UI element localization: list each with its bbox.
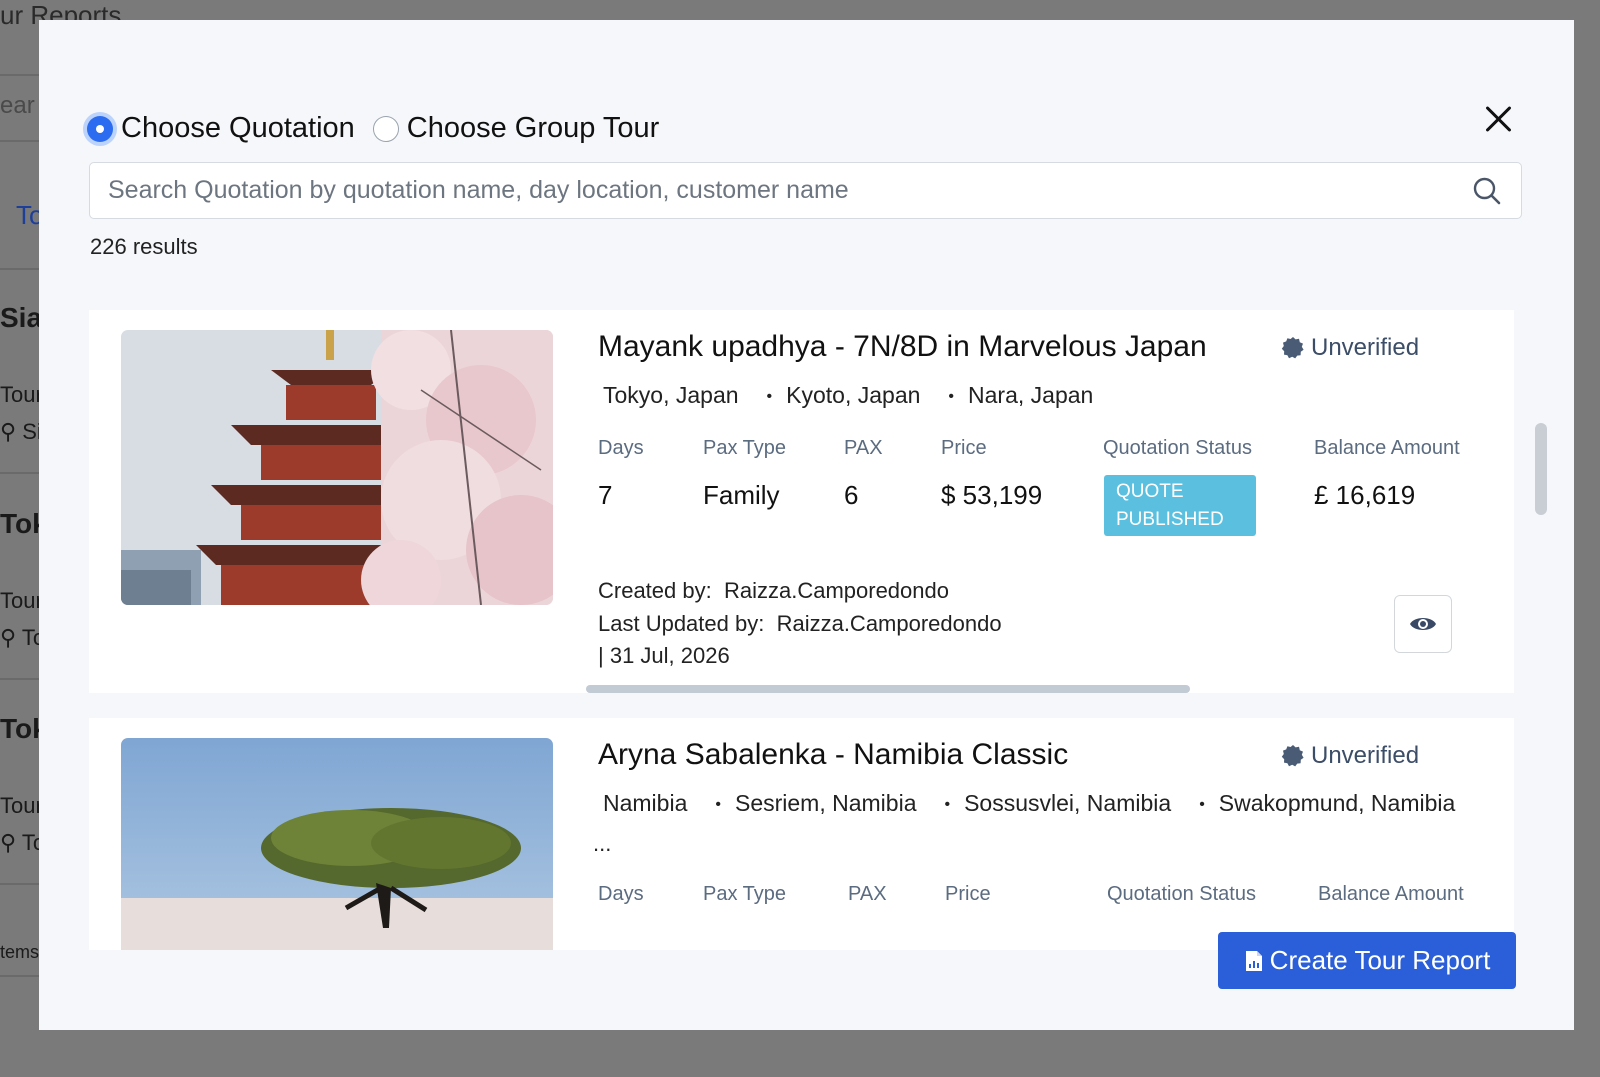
location-item: Swakopmund, Namibia [1199,790,1456,817]
pax-type-value: Family [703,480,780,510]
price-value: $ 53,199 [941,480,1043,510]
pax-label: PAX [844,437,883,459]
quotation-image [121,738,553,950]
bg-divider [0,975,40,977]
quotation-card[interactable]: Aryna Sabalenka - Namibia Classic Unveri… [89,718,1514,950]
vertical-scrollbar-track[interactable] [1535,285,1547,950]
updated-by-label: Last Updated by: [598,611,765,636]
radio-label: Choose Quotation [121,112,355,144]
report-file-icon [1245,950,1262,971]
quotation-title: Mayank upadhya - 7N/8D in Marvelous Japa… [598,330,1207,363]
radio-checked-icon[interactable] [87,115,113,142]
badge-label: Unverified [1311,742,1420,769]
location-item: Kyoto, Japan [767,382,921,409]
pagoda-cherry-blossom-image [121,330,553,605]
pax-type-label: Pax Type [703,437,787,459]
location-text: Kyoto, Japan [786,382,921,408]
vertical-scrollbar-thumb[interactable] [1535,423,1547,515]
close-button[interactable] [1477,98,1521,142]
quotation-title: Aryna Sabalenka - Namibia Classic [598,738,1069,771]
search-icon[interactable] [1471,175,1503,207]
bg-divider [0,472,40,474]
results-count: 226 results [90,234,198,259]
status-badge: QUOTE PUBLISHED [1104,475,1256,536]
location-text: Sesriem, Namibia [734,790,917,816]
search-input[interactable] [108,176,1471,205]
bg-card-loc: ⚲ Si [0,419,42,444]
updated-by-value: Raizza.Camporedondo [776,611,1002,636]
location-text: Sossusvlei, Namibia [964,790,1172,816]
created-by-label: Created by: [598,578,712,603]
days-value: 7 [598,480,613,510]
horizontal-scrollbar[interactable] [586,685,1190,693]
location-item: Tokyo, Japan [603,382,739,408]
location-item: Sesriem, Namibia [715,790,917,817]
bg-divider [0,883,40,885]
pax-label: PAX [848,883,887,905]
days-label: Days [598,437,644,459]
bg-divider [0,678,40,680]
location-item: Namibia [603,790,688,816]
radio-unchecked-icon[interactable] [372,115,399,142]
acacia-tree-image [121,738,553,950]
quotation-card[interactable]: Mayank upadhya - 7N/8D in Marvelous Japa… [89,310,1514,693]
updated-date: | 31 Jul, 2026 [598,643,730,668]
location-text: Swakopmund, Namibia [1218,790,1456,816]
radio-choose-quotation[interactable]: Choose Quotation [87,112,355,145]
verification-badge: Unverified [1281,334,1419,362]
bg-card-sub: Tour [0,793,43,818]
location-list: Tokyo, Japan Kyoto, Japan Nara, Japan [603,382,1121,409]
balance-value: £ 16,619 [1314,480,1416,510]
updated-by-line: Last Updated by: Raizza.Camporedondo [598,611,1002,637]
location-item: Nara, Japan [948,382,1093,409]
bg-divider [0,140,40,142]
created-by-value: Raizza.Camporedondo [723,578,949,603]
bg-divider [0,74,40,76]
location-item: Sossusvlei, Namibia [944,790,1171,817]
badge-seal-icon [1281,337,1304,359]
created-by-line: Created by: Raizza.Camporedondo [598,578,949,604]
search-box [89,162,1522,219]
location-list: Namibia Sesriem, Namibia Sossusvlei, Nam… [603,790,1483,817]
bg-card-sub: Tour [0,382,43,407]
eye-icon [1410,618,1436,630]
verification-badge: Unverified [1281,742,1419,770]
source-radio-group: Choose Quotation Choose Group Tour [87,112,677,145]
days-label: Days [598,883,644,905]
pax-type-label: Pax Type [703,883,787,905]
bg-items-fragment: tems [0,942,40,962]
location-text: Nara, Japan [968,382,1094,408]
radio-choose-group-tour[interactable]: Choose Group Tour [372,112,660,145]
create-tour-report-button[interactable]: Create Tour Report [1218,932,1516,989]
price-label: Price [945,883,991,905]
price-label: Price [941,437,987,459]
status-label: Quotation Status [1107,883,1256,905]
balance-label: Balance Amount [1314,437,1460,459]
bg-search-fragment: ear [0,92,35,119]
balance-label: Balance Amount [1318,883,1464,905]
create-tour-report-label: Create Tour Report [1269,945,1491,975]
choose-quotation-modal: Choose Quotation Choose Group Tour 226 r… [39,20,1574,1030]
status-label: Quotation Status [1103,437,1252,459]
radio-label: Choose Group Tour [406,112,660,144]
badge-seal-icon [1281,745,1304,767]
bg-card-sub: Tour [0,588,43,613]
quotation-image [121,330,553,605]
badge-label: Unverified [1311,334,1420,361]
pax-value: 6 [844,480,859,510]
bg-divider [0,268,40,270]
quotation-list[interactable]: Mayank upadhya - 7N/8D in Marvelous Japa… [89,310,1514,950]
view-button[interactable] [1394,595,1452,653]
more-locations-ellipsis: ... [593,831,612,856]
